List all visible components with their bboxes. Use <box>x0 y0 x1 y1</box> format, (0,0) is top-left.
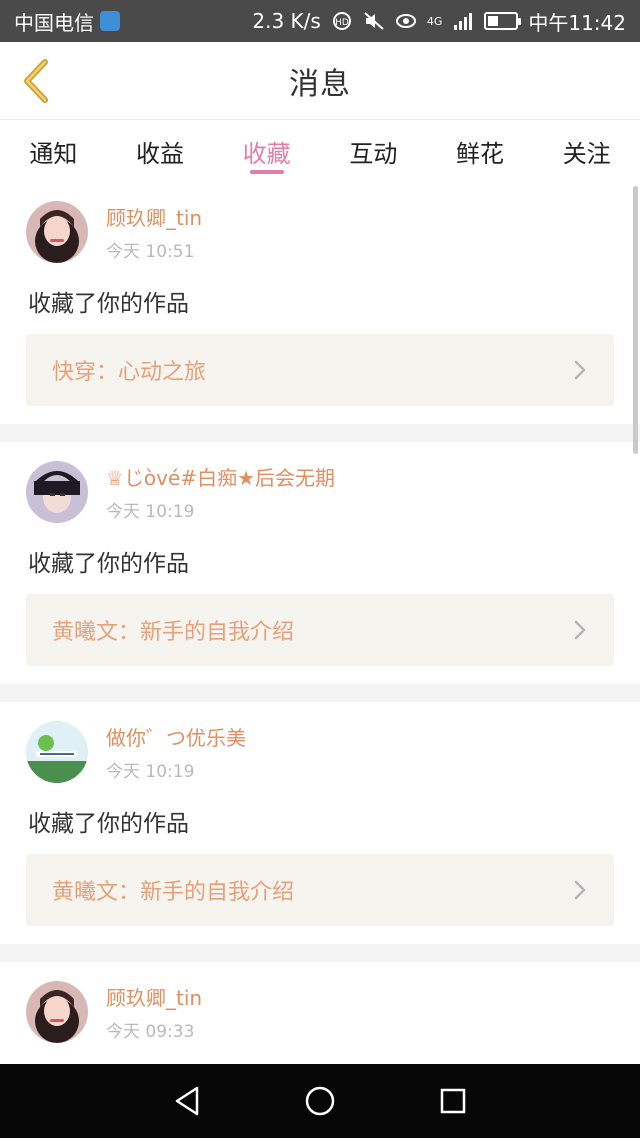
status-indicators: 2.3 K/s HD 4G 中午11:42 <box>252 7 626 36</box>
scrollbar[interactable] <box>633 186 638 454</box>
app-header: 消息 <box>0 42 640 120</box>
tab-flowers[interactable]: 鲜花 <box>427 120 534 182</box>
message-time: 今天 10:19 <box>106 762 195 782</box>
chevron-right-icon <box>574 360 586 380</box>
tab-label: 收益 <box>136 139 184 168</box>
nav-home-button[interactable] <box>298 1079 342 1123</box>
sim-icon <box>100 11 120 31</box>
network-type: 4G <box>426 14 443 28</box>
work-link[interactable]: 黄曦文：新手的自我介绍 <box>26 594 614 666</box>
avatar[interactable] <box>26 201 88 263</box>
svg-text:HD: HD <box>335 18 349 28</box>
status-bar: 中国电信 2.3 K/s HD 4G 中午11:42 <box>0 0 640 42</box>
work-link[interactable]: 快穿：心动之旅 <box>26 334 614 406</box>
chevron-right-icon <box>574 620 586 640</box>
username-link[interactable]: 顾玖卿_tin <box>106 202 202 231</box>
system-nav-bar <box>0 1064 640 1138</box>
tab-earnings[interactable]: 收益 <box>107 120 214 182</box>
mute-icon <box>364 12 384 30</box>
chevron-left-icon <box>24 59 48 103</box>
tab-favorites[interactable]: 收藏 <box>213 120 320 182</box>
tab-interactions[interactable]: 互动 <box>320 120 427 182</box>
page-title: 消息 <box>289 66 351 102</box>
work-title: 黄曦文：新手的自我介绍 <box>52 880 295 905</box>
message-card: 顾玖卿_tin 今天 09:33 <box>0 962 640 1064</box>
action-text: 收藏了你的作品 <box>28 811 189 837</box>
tab-notice[interactable]: 通知 <box>0 120 107 182</box>
signal-icon <box>454 13 473 30</box>
carrier-name: 中国电信 <box>14 10 94 35</box>
message-card: 顾玖卿_tin 今天 10:51 收藏了你的作品 快穿：心动之旅 <box>0 182 640 424</box>
action-text: 收藏了你的作品 <box>28 551 189 577</box>
active-tab-indicator <box>249 170 284 174</box>
eye-icon <box>395 14 416 28</box>
circle-home-icon <box>305 1086 335 1116</box>
network-speed: 2.3 K/s <box>252 9 321 33</box>
message-list[interactable]: 顾玖卿_tin 今天 10:51 收藏了你的作品 快穿：心动之旅 ♕じòvé#白… <box>0 182 640 1064</box>
message-card: ♕じòvé#白痴★后会无期 今天 10:19 收藏了你的作品 黄曦文：新手的自我… <box>0 442 640 684</box>
username-link[interactable]: 顾玖卿_tin <box>106 982 202 1011</box>
action-text: 收藏了你的作品 <box>28 291 189 317</box>
clock: 中午11:42 <box>528 10 626 35</box>
nav-recents-button[interactable] <box>431 1079 475 1123</box>
username-link[interactable]: 做你゛つ优乐美 <box>106 722 246 751</box>
avatar[interactable] <box>26 721 88 783</box>
avatar[interactable] <box>26 461 88 523</box>
avatar[interactable] <box>26 981 88 1043</box>
nav-back-button[interactable] <box>165 1079 209 1123</box>
message-card: 做你゛つ优乐美 今天 10:19 收藏了你的作品 黄曦文：新手的自我介绍 <box>0 702 640 944</box>
tab-label: 鲜花 <box>456 139 505 168</box>
tab-label: 关注 <box>562 139 611 168</box>
tab-follows[interactable]: 关注 <box>533 120 640 182</box>
square-recents-icon <box>441 1088 466 1114</box>
battery-icon <box>484 12 522 30</box>
tab-label: 通知 <box>29 139 78 168</box>
message-time: 今天 09:33 <box>106 1022 195 1042</box>
chevron-right-icon <box>574 880 586 900</box>
carrier: 中国电信 <box>14 7 120 36</box>
message-time: 今天 10:51 <box>106 242 195 262</box>
triangle-back-icon <box>175 1086 198 1116</box>
work-link[interactable]: 黄曦文：新手的自我介绍 <box>26 854 614 926</box>
work-title: 黄曦文：新手的自我介绍 <box>52 620 295 645</box>
tab-label: 互动 <box>349 139 398 168</box>
volte-icon: HD <box>332 12 351 30</box>
tab-label: 收藏 <box>242 139 291 168</box>
username-link[interactable]: ♕じòvé#白痴★后会无期 <box>106 462 335 491</box>
tab-bar: 通知 收益 收藏 互动 鲜花 关注 <box>0 120 640 182</box>
message-time: 今天 10:19 <box>106 502 195 522</box>
back-button[interactable] <box>14 56 58 106</box>
work-title: 快穿：心动之旅 <box>52 360 207 385</box>
